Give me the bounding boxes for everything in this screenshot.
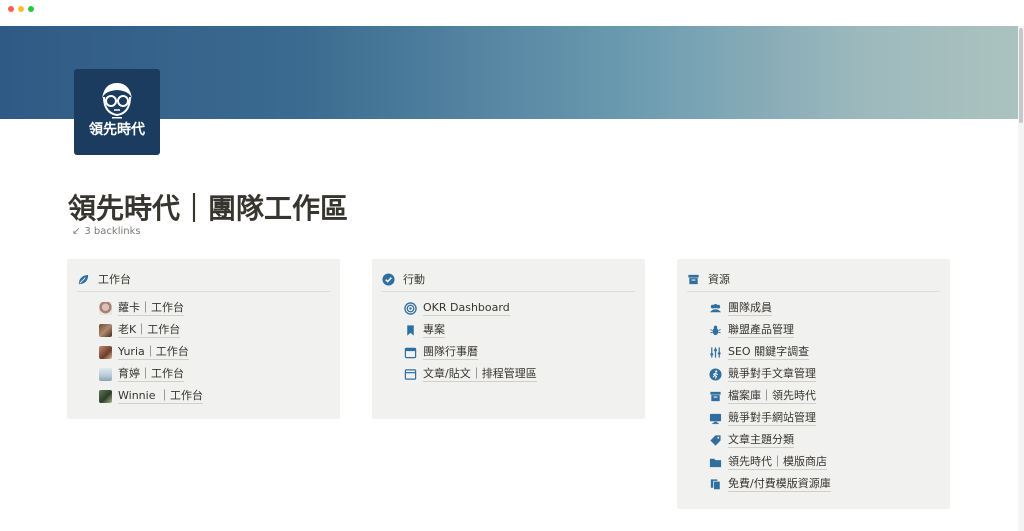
- runner-icon: [709, 368, 722, 381]
- link-label: Winnie ｜工作台: [118, 389, 203, 404]
- workbench-link-yu-ting[interactable]: 育婷｜工作台: [99, 367, 184, 382]
- link-label: 文章/貼文｜排程管理區: [423, 367, 537, 382]
- workbench-link-winnie[interactable]: Winnie ｜工作台: [99, 389, 203, 404]
- link-label: 競爭對手文章管理: [728, 367, 816, 382]
- workbench-link-rocca[interactable]: 蘿卡｜工作台: [99, 301, 184, 316]
- resources-link-seo-keywords[interactable]: SEO 關鍵字調查: [709, 345, 810, 360]
- workbench-callout: 工作台 蘿卡｜工作台 老K｜工作台 Yuria｜工作台 育婷｜工作台 Winni…: [67, 259, 340, 419]
- link-label: 團隊行事曆: [423, 345, 478, 360]
- browser-window-icon: [404, 369, 417, 380]
- link-label: 老K｜工作台: [118, 323, 181, 338]
- documents-icon: [710, 479, 721, 490]
- actions-link-projects[interactable]: 專案: [404, 323, 445, 338]
- resources-link-template-library[interactable]: 免費/付費模版資源庫: [709, 477, 831, 492]
- backlinks-label: 3 backlinks: [84, 226, 141, 237]
- workbench-header: 工作台: [77, 271, 131, 287]
- actions-link-okr-dashboard[interactable]: OKR Dashboard: [404, 301, 510, 316]
- actions-link-team-calendar[interactable]: 團隊行事曆: [404, 345, 478, 360]
- archive-icon: [688, 274, 699, 284]
- link-label: 領先時代｜模版商店: [728, 455, 827, 470]
- resources-link-archive[interactable]: 檔案庫｜領先時代: [709, 389, 816, 404]
- folder-icon: [709, 458, 722, 468]
- link-label: 育婷｜工作台: [118, 367, 184, 382]
- resources-link-competitor-sites[interactable]: 競爭對手網站管理: [709, 411, 816, 426]
- resources-link-template-store[interactable]: 領先時代｜模版商店: [709, 455, 827, 470]
- resources-link-topic-categories[interactable]: 文章主題分類: [709, 433, 794, 448]
- actions-header: 行動: [382, 271, 425, 287]
- bug-icon: [710, 325, 721, 336]
- scrollbar-thumb[interactable]: [1019, 28, 1023, 123]
- page-title[interactable]: 領先時代｜團隊工作區: [68, 187, 348, 227]
- logo-text: 領先時代: [89, 122, 145, 138]
- calendar-icon: [404, 347, 417, 359]
- workbench-title: 工作台: [98, 273, 131, 286]
- resources-title: 資源: [708, 273, 730, 286]
- people-icon: [709, 304, 722, 313]
- resources-link-competitor-articles[interactable]: 競爭對手文章管理: [709, 367, 816, 382]
- close-window-button[interactable]: [8, 6, 14, 12]
- tag-icon: [710, 435, 721, 446]
- link-label: Yuria｜工作台: [118, 345, 189, 360]
- link-label: 免費/付費模版資源庫: [728, 477, 831, 492]
- maximize-window-button[interactable]: [28, 6, 34, 12]
- backlink-arrow-icon: ↙: [72, 226, 81, 237]
- cartoon-face-icon: [102, 83, 132, 119]
- resources-callout: 資源 團隊成員 聯盟產品管理 SEO 關鍵字調查 競爭對手文章管理 檔案庫｜領先…: [677, 259, 950, 509]
- resources-header: 資源: [687, 271, 730, 287]
- sliders-icon: [710, 347, 721, 358]
- window-titlebar: [0, 0, 1024, 26]
- avatar: [99, 302, 112, 315]
- link-label: 競爭對手網站管理: [728, 411, 816, 426]
- leaf-icon: [78, 274, 89, 284]
- link-label: 專案: [423, 323, 445, 338]
- page-icon-logo[interactable]: 領先時代: [74, 69, 160, 155]
- link-label: 文章主題分類: [728, 433, 794, 448]
- minimize-window-button[interactable]: [18, 6, 24, 12]
- divider: [687, 291, 940, 292]
- backlinks-link[interactable]: ↙ 3 backlinks: [72, 226, 141, 237]
- actions-callout: 行動 OKR Dashboard 專案 團隊行事曆 文章/貼文｜排程管理區: [372, 259, 645, 419]
- resources-link-team-members[interactable]: 團隊成員: [709, 301, 772, 316]
- resources-link-affiliate-products[interactable]: 聯盟產品管理: [709, 323, 794, 338]
- monitor-icon: [709, 413, 722, 425]
- workbench-link-yuria[interactable]: Yuria｜工作台: [99, 345, 189, 360]
- actions-link-post-schedule[interactable]: 文章/貼文｜排程管理區: [404, 367, 537, 382]
- divider: [77, 291, 330, 292]
- avatar: [99, 390, 112, 403]
- link-label: OKR Dashboard: [423, 301, 510, 316]
- check-circle-icon: [382, 272, 395, 286]
- avatar: [99, 324, 112, 337]
- link-label: 聯盟產品管理: [728, 323, 794, 338]
- avatar: [99, 368, 112, 381]
- workbench-link-old-k[interactable]: 老K｜工作台: [99, 323, 181, 338]
- link-label: 檔案庫｜領先時代: [728, 389, 816, 404]
- archive-icon: [710, 391, 721, 402]
- link-label: 團隊成員: [728, 301, 772, 316]
- avatar: [99, 346, 112, 359]
- bookmark-icon: [407, 325, 414, 336]
- divider: [382, 291, 635, 292]
- link-label: 蘿卡｜工作台: [118, 301, 184, 316]
- target-icon: [404, 302, 417, 315]
- link-label: SEO 關鍵字調查: [728, 345, 810, 360]
- actions-title: 行動: [403, 273, 425, 286]
